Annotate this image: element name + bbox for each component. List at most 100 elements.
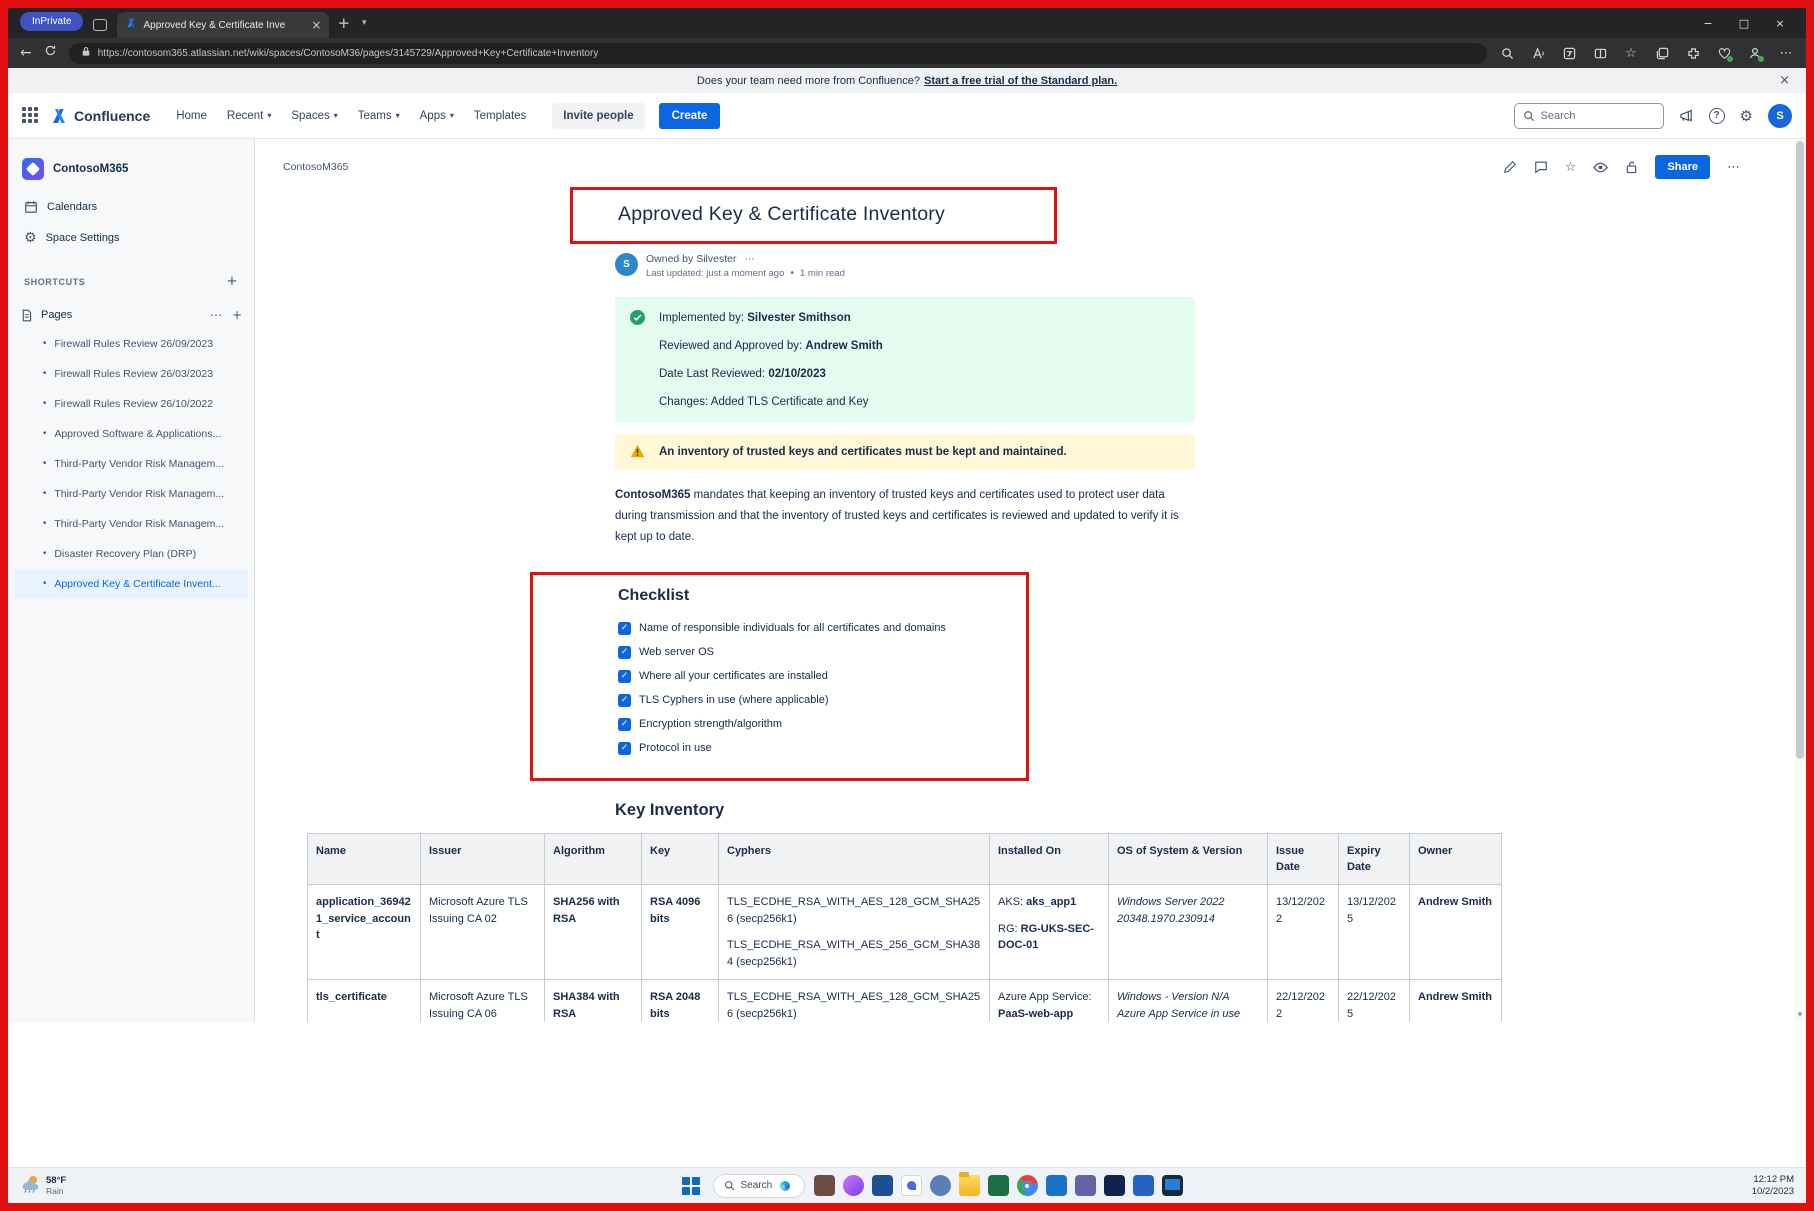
checkbox-checked-icon[interactable]: ✓ <box>618 694 631 707</box>
nav-item-apps[interactable]: Apps▾ <box>412 104 462 128</box>
create-button[interactable]: Create <box>659 103 721 129</box>
sidebar-page-item[interactable]: •Third-Party Vendor Risk Managem... <box>14 479 248 509</box>
owner-more-icon[interactable]: ⋯ <box>744 254 754 265</box>
sidebar-page-item[interactable]: •Disaster Recovery Plan (DRP) <box>14 539 248 569</box>
taskbar-weather-widget[interactable]: 58°F Rain <box>20 1173 190 1198</box>
content-header: ContosoM365 ☆ <box>283 155 1766 179</box>
new-tab-button[interactable]: + <box>329 14 358 32</box>
word-icon[interactable] <box>872 1175 893 1196</box>
invite-people-button[interactable]: Invite people <box>552 103 644 129</box>
app-switcher-icon[interactable] <box>22 107 39 124</box>
confluence-logo[interactable]: Confluence <box>49 106 150 126</box>
excel-icon[interactable] <box>988 1175 1009 1196</box>
page-more-actions-icon[interactable]: ⋯ <box>1727 160 1740 175</box>
start-button[interactable] <box>682 1177 700 1195</box>
add-shortcut-icon[interactable]: + <box>227 274 239 289</box>
sidebar-item-space-settings[interactable]: ⚙ Space Settings <box>8 222 254 254</box>
favorites-star-icon[interactable]: ☆ <box>1623 45 1639 61</box>
checkbox-checked-icon[interactable]: ✓ <box>618 742 631 755</box>
checkbox-checked-icon[interactable]: ✓ <box>618 718 631 731</box>
sidebar-page-item[interactable]: •Firewall Rules Review 26/03/2023 <box>14 359 248 389</box>
nav-item-teams[interactable]: Teams▾ <box>350 104 408 128</box>
search-input[interactable] <box>1541 110 1641 122</box>
checkbox-checked-icon[interactable]: ✓ <box>618 622 631 635</box>
split-screen-icon[interactable] <box>1592 45 1608 61</box>
sidebar-page-item[interactable]: •Third-Party Vendor Risk Managem... <box>14 449 248 479</box>
refresh-icon[interactable] <box>44 44 57 62</box>
last-updated[interactable]: Last updated: just a moment ago <box>646 268 784 279</box>
close-window-button[interactable]: × <box>1762 17 1798 30</box>
tab-close-icon[interactable]: × <box>311 18 321 32</box>
clipchamp-icon[interactable] <box>843 1175 864 1196</box>
settings-icon[interactable] <box>930 1175 951 1196</box>
scroll-down-arrow-icon[interactable]: ▾ <box>1794 1010 1806 1020</box>
space-header[interactable]: ContosoM365 <box>8 151 254 192</box>
checkbox-checked-icon[interactable]: ✓ <box>618 646 631 659</box>
announcements-icon[interactable] <box>1679 108 1694 123</box>
edit-icon[interactable] <box>1503 160 1517 174</box>
breadcrumb[interactable]: ContosoM365 <box>283 161 348 173</box>
tab-actions-icon[interactable] <box>93 19 107 31</box>
teams-chat-icon[interactable] <box>901 1175 922 1196</box>
taskbar-search[interactable]: Search <box>713 1174 805 1198</box>
byline: S Owned by Silvester ⋯ Last updated: jus… <box>615 253 1766 279</box>
back-icon[interactable]: ← <box>20 45 32 61</box>
sidebar-page-item[interactable]: •Firewall Rules Review 26/09/2023 <box>14 329 248 359</box>
sidebar-page-item[interactable]: •Approved Key & Certificate Invent... <box>14 569 248 599</box>
page-item-label: Disaster Recovery Plan (DRP) <box>54 547 196 561</box>
nav-item-templates[interactable]: Templates <box>466 104 534 128</box>
sidebar-item-calendars[interactable]: Calendars <box>8 192 254 222</box>
collections-icon[interactable] <box>1654 45 1670 61</box>
camera-icon[interactable] <box>814 1175 835 1196</box>
checkbox-checked-icon[interactable]: ✓ <box>618 670 631 683</box>
restrictions-unlock-icon[interactable] <box>1625 160 1638 174</box>
minimize-button[interactable]: − <box>1690 17 1726 30</box>
scrollbar-thumb[interactable] <box>1796 141 1804 759</box>
tab-list-chevron-icon[interactable]: ▾ <box>358 18 371 28</box>
nav-item-spaces[interactable]: Spaces▾ <box>283 104 345 128</box>
maximize-button[interactable]: □ <box>1726 17 1762 30</box>
store-icon[interactable] <box>1104 1175 1125 1196</box>
translate-icon[interactable] <box>1561 45 1577 61</box>
watch-icon[interactable] <box>1593 160 1608 175</box>
sidebar-page-item[interactable]: •Firewall Rules Review 26/10/2022 <box>14 389 248 419</box>
owner-avatar[interactable]: S <box>615 253 638 276</box>
help-icon[interactable]: ? <box>1709 108 1725 124</box>
nav-item-recent[interactable]: Recent▾ <box>219 104 279 128</box>
read-aloud-icon[interactable] <box>1530 45 1546 61</box>
pages-header[interactable]: Pages ⋯ + <box>8 301 254 329</box>
nav-item-home[interactable]: Home <box>168 104 215 128</box>
profile-icon[interactable] <box>1747 45 1763 61</box>
add-page-icon[interactable]: + <box>232 308 242 322</box>
page-scrollbar[interactable]: ▾ <box>1794 139 1806 1022</box>
banner-trial-link[interactable]: Start a free trial of the Standard plan. <box>924 75 1117 87</box>
read-time: 1 min read <box>800 268 845 279</box>
remote-desktop-icon[interactable] <box>1162 1175 1183 1196</box>
file-explorer-icon[interactable] <box>959 1175 980 1196</box>
chevron-down-icon: ▾ <box>334 111 338 120</box>
pages-more-icon[interactable]: ⋯ <box>210 308 222 322</box>
teams-icon[interactable] <box>1075 1175 1096 1196</box>
taskbar-clock[interactable]: 12:12 PM 10/2/2023 <box>1674 1174 1794 1198</box>
owner-line[interactable]: Owned by Silvester <box>646 253 736 265</box>
zoom-icon[interactable] <box>1499 45 1515 61</box>
chrome-icon[interactable] <box>1017 1175 1038 1196</box>
browser-tab[interactable]: Approved Key & Certificate Inve × <box>117 12 329 38</box>
comment-icon[interactable] <box>1534 160 1548 174</box>
banner-close-icon[interactable]: × <box>1779 73 1790 88</box>
global-search[interactable] <box>1514 103 1664 129</box>
settings-gear-icon[interactable]: ⚙ <box>1740 107 1753 125</box>
url-box[interactable]: https://contosom365.atlassian.net/wiki/s… <box>69 43 1487 64</box>
sidebar-page-item[interactable]: •Third-Party Vendor Risk Managem... <box>14 509 248 539</box>
onenote-icon[interactable] <box>1133 1175 1154 1196</box>
desktop <box>8 1022 1806 1167</box>
browser-essentials-icon[interactable] <box>1716 45 1732 61</box>
user-avatar[interactable]: S <box>1768 104 1792 128</box>
sidebar-page-item[interactable]: •Approved Software & Applications... <box>14 419 248 449</box>
share-button[interactable]: Share <box>1655 155 1710 179</box>
star-icon[interactable]: ☆ <box>1565 160 1577 175</box>
extensions-icon[interactable] <box>1685 45 1701 61</box>
browser-settings-icon[interactable]: ⋯ <box>1778 45 1794 61</box>
outlook-icon[interactable] <box>1046 1175 1067 1196</box>
table-header-cell: Name <box>308 834 421 885</box>
